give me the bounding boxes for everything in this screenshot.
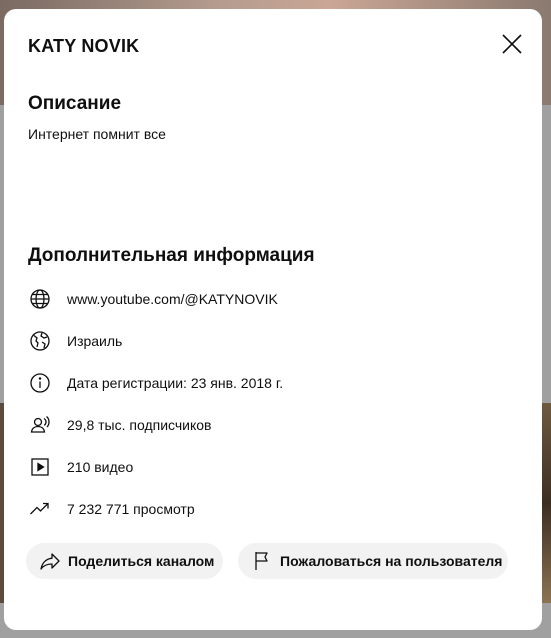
share-channel-label: Поделиться каналом xyxy=(68,553,215,569)
globe-icon xyxy=(28,287,52,311)
report-user-label: Пожаловаться на пользователя xyxy=(280,553,503,569)
info-row-videos: 210 видео xyxy=(28,455,133,479)
world-map-icon xyxy=(28,329,52,353)
joined-date-text: Дата регистрации: 23 янв. 2018 г. xyxy=(67,375,284,391)
share-icon xyxy=(38,549,62,573)
info-row-link: www.youtube.com/@KATYNOVIK xyxy=(28,287,278,311)
description-heading: Описание xyxy=(28,93,122,114)
trending-icon xyxy=(28,497,52,521)
description-text: Интернет помнит все xyxy=(28,126,166,142)
channel-about-dialog: KATY NOVIK Описание Интернет помнит все … xyxy=(4,9,542,630)
subscribers-icon xyxy=(28,413,52,437)
report-user-button[interactable]: Пожаловаться на пользователя xyxy=(238,543,508,579)
flag-icon xyxy=(250,549,274,573)
dialog-title: KATY NOVIK xyxy=(28,36,140,56)
video-icon xyxy=(28,455,52,479)
country-text: Израиль xyxy=(67,333,123,349)
additional-info-heading: Дополнительная информация xyxy=(28,245,315,266)
info-row-subscribers: 29,8 тыс. подписчиков xyxy=(28,413,211,437)
info-row-country: Израиль xyxy=(28,329,122,353)
share-channel-button[interactable]: Поделиться каналом xyxy=(26,543,223,579)
subscribers-text: 29,8 тыс. подписчиков xyxy=(67,417,212,433)
videos-count-text: 210 видео xyxy=(67,459,134,475)
close-icon[interactable] xyxy=(500,32,524,56)
info-icon xyxy=(28,371,52,395)
views-count-text: 7 232 771 просмотр xyxy=(67,501,195,517)
info-row-views: 7 232 771 просмотр xyxy=(28,497,195,521)
info-row-joined: Дата регистрации: 23 янв. 2018 г. xyxy=(28,371,283,395)
channel-link[interactable]: www.youtube.com/@KATYNOVIK xyxy=(67,291,278,307)
